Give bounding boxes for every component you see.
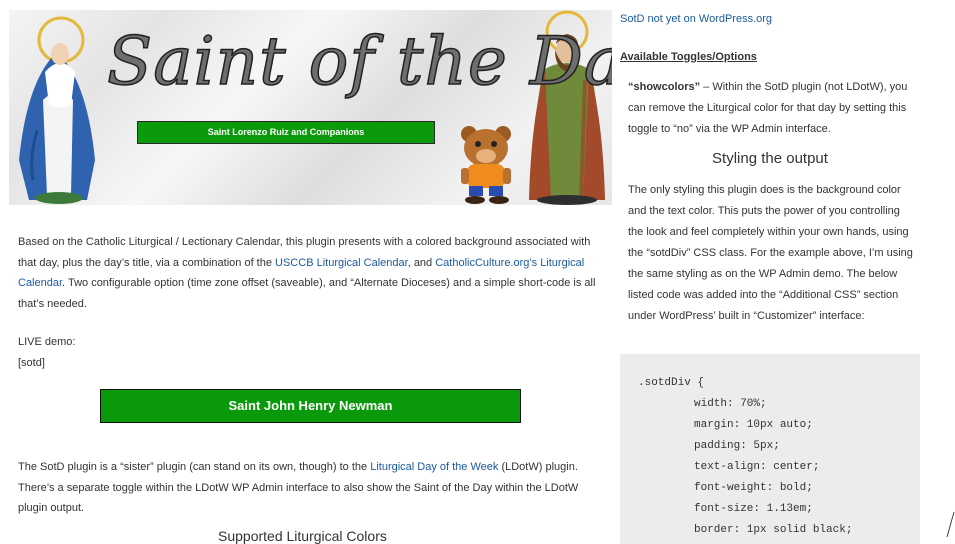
shortcode-text: [sotd]: [18, 357, 45, 369]
supported-colors-heading: Supported Liturgical Colors: [218, 528, 387, 544]
intro-text-3: . Two configurable option (time zone off…: [18, 277, 596, 310]
code-rule: text-align: center;: [694, 461, 820, 473]
intro-text-2: , and: [407, 256, 436, 269]
code-rule: margin: 10px auto;: [694, 419, 813, 431]
ldotw-link[interactable]: Liturgical Day of the Week: [370, 461, 498, 473]
code-rule: font-weight: bold;: [694, 482, 813, 494]
banner-saint-box: Saint Lorenzo Ruiz and Companions: [137, 121, 435, 144]
wordpress-org-link[interactable]: SotD not yet on WordPress.org: [620, 13, 772, 25]
code-rule: font-size: 1.13em;: [694, 503, 813, 515]
styling-title: Styling the output: [712, 150, 828, 167]
showcolors-paragraph: “showcolors” – Within the SotD plugin (n…: [628, 77, 918, 140]
bear-mascot-icon: [461, 126, 511, 204]
styling-paragraph: The only styling this plugin does is the…: [628, 184, 913, 322]
banner-title: Saint of the Day: [106, 22, 612, 101]
css-code-block: .sotdDiv { width: 70%; margin: 10px auto…: [620, 354, 920, 544]
intro-paragraph: Based on the Catholic Liturgical / Lecti…: [18, 232, 600, 314]
saint-of-the-day-banner: Saint of the Day Saint Lorenzo Ruiz and …: [9, 10, 612, 205]
code-rule: padding: 5px;: [694, 440, 780, 452]
code-selector: .sotdDiv {: [638, 377, 705, 389]
sotd-demo-output: Saint John Henry Newman: [100, 389, 521, 423]
scrollbar-arrow-icon[interactable]: [946, 510, 955, 538]
sister-plugin-paragraph: The SotD plugin is a “sister” plugin (ca…: [18, 457, 602, 519]
usccb-calendar-link[interactable]: USCCB Liturgical Calendar: [275, 257, 408, 269]
sister-text-1: The SotD plugin is a “sister” plugin (ca…: [18, 461, 371, 473]
live-demo-label: LIVE demo:: [18, 336, 76, 348]
showcolors-name: “showcolors”: [628, 81, 701, 93]
toggles-heading: Available Toggles/Options: [620, 51, 757, 63]
code-rule: width: 70%;: [694, 398, 767, 410]
mary-figure-icon: [19, 16, 95, 204]
